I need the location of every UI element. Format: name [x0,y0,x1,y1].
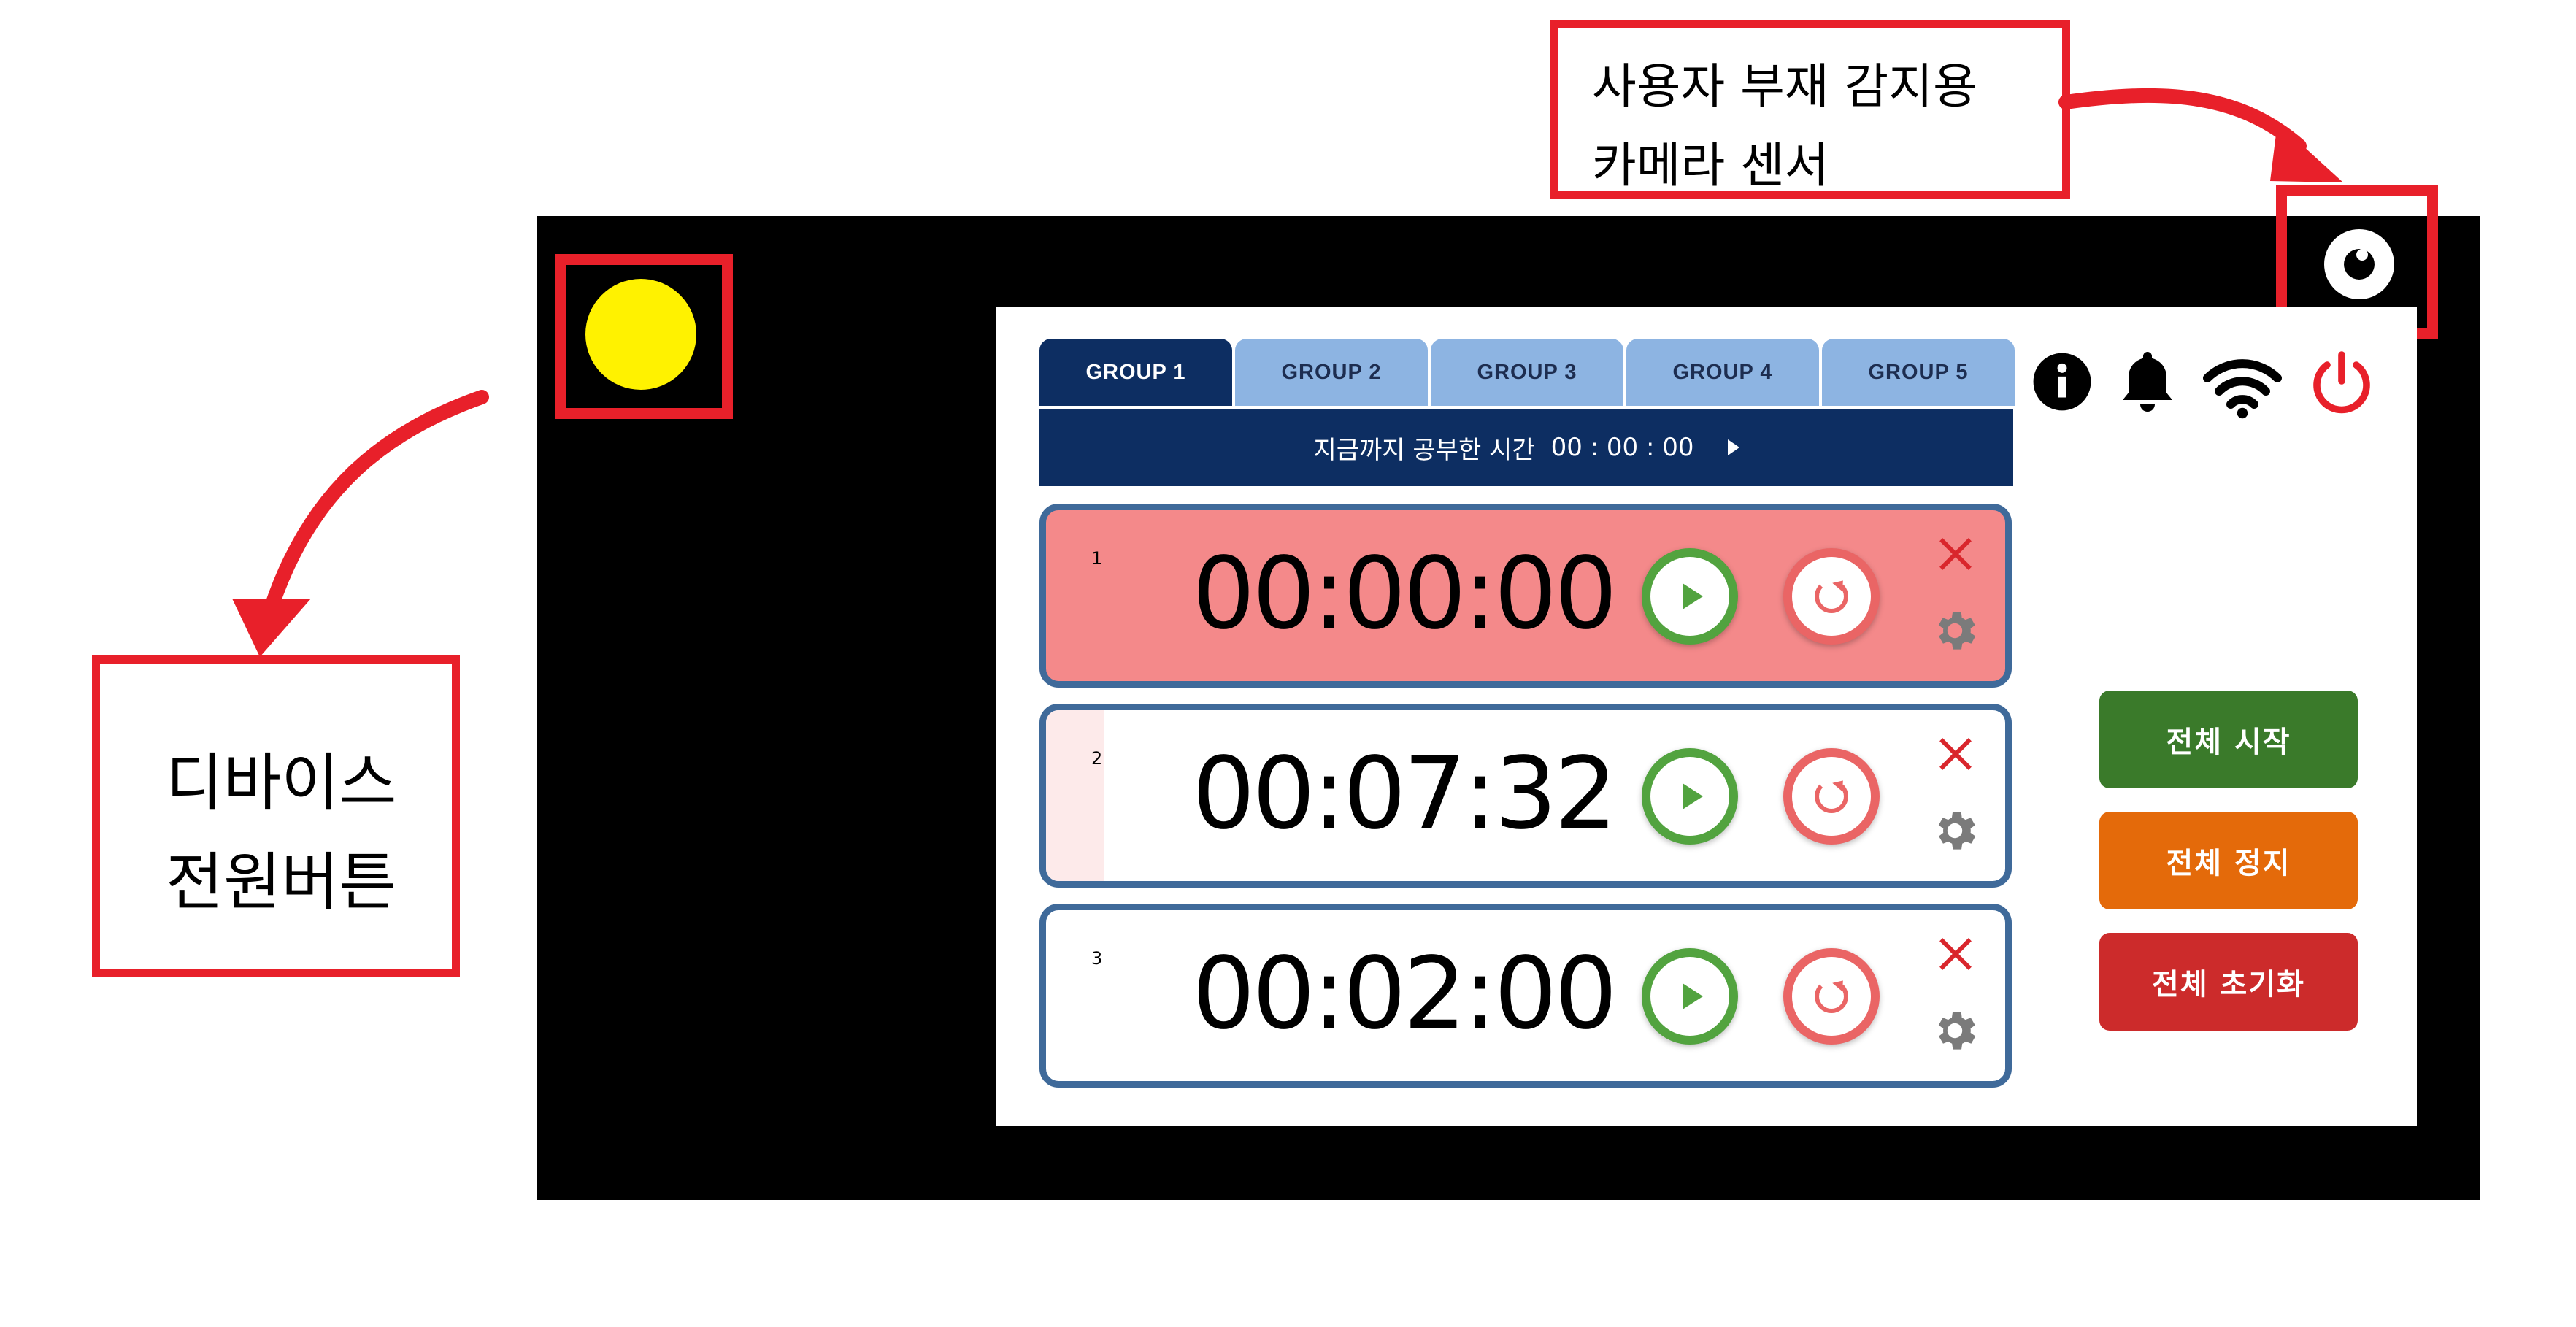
timer-index: 1 [1091,548,1103,569]
reset-icon [1815,780,1848,813]
start-all-button[interactable]: 전체 시작 [2099,691,2358,788]
camera-sensor-callout: 사용자 부재 감지용 카메라 센서 [1550,20,2070,199]
study-time-bar[interactable]: 지금까지 공부한 시간 00 : 00 : 00 [1039,409,2013,486]
timer-card-3: 3 00:02:00 [1039,904,2012,1088]
camera-arrow [2058,88,2343,182]
device-power-button[interactable] [585,279,696,390]
tab-group-3[interactable]: GROUP 3 [1431,339,1623,406]
stop-all-button[interactable]: 전체 정지 [2099,812,2358,909]
play-button[interactable] [1642,948,1738,1045]
close-icon[interactable] [1934,732,1977,776]
timer-display: 00:02:00 [1192,936,1618,1052]
camera-callout-line2: 카메라 센서 [1592,137,1829,193]
close-icon[interactable] [1934,532,1977,576]
study-time-label: 지금까지 공부한 시간 [1313,435,1535,465]
study-time-value: 00 : 00 : 00 [1550,433,1694,462]
timer-card-2: 2 00:07:32 [1039,704,2012,888]
gear-icon[interactable] [1929,805,1980,856]
timer-display: 00:00:00 [1192,536,1618,652]
gear-icon[interactable] [1929,605,1980,656]
play-triangle-icon [1727,439,1739,455]
timer-index: 2 [1091,748,1103,769]
power-button-callout: 디바이스 전원버튼 [92,655,460,977]
reset-all-button[interactable]: 전체 초기화 [2099,933,2358,1031]
wifi-icon[interactable] [2202,355,2283,419]
play-icon [1683,983,1703,1009]
play-button[interactable] [1642,748,1738,845]
camera-callout-line1: 사용자 부재 감지용 [1592,58,1977,115]
gear-icon[interactable] [1929,1005,1980,1056]
timer-index: 3 [1091,948,1103,969]
reset-icon [1815,980,1848,1013]
info-icon[interactable] [2031,350,2094,413]
timer-progress-strip [1046,710,1104,881]
play-icon [1683,783,1703,809]
reset-button[interactable] [1783,748,1880,845]
close-icon[interactable] [1934,932,1977,976]
play-icon [1683,583,1703,609]
bell-icon[interactable] [2112,345,2183,418]
tab-group-4[interactable]: GROUP 4 [1626,339,1819,406]
power-callout-line1: 디바이스 [166,747,397,820]
timer-display: 00:07:32 [1192,736,1618,852]
reset-icon [1815,580,1848,613]
power-callout-line2: 전원버튼 [166,846,397,919]
tab-group-5[interactable]: GROUP 5 [1822,339,2015,406]
timer-card-1: 1 00:00:00 [1039,504,2012,688]
power-arrow [232,390,489,657]
reset-button[interactable] [1783,948,1880,1045]
tab-group-2[interactable]: GROUP 2 [1235,339,1428,406]
power-icon[interactable] [2307,349,2377,419]
reset-button[interactable] [1783,548,1880,645]
play-button[interactable] [1642,548,1738,645]
camera-sensor [2324,229,2394,299]
tab-group-1[interactable]: GROUP 1 [1039,339,1232,406]
